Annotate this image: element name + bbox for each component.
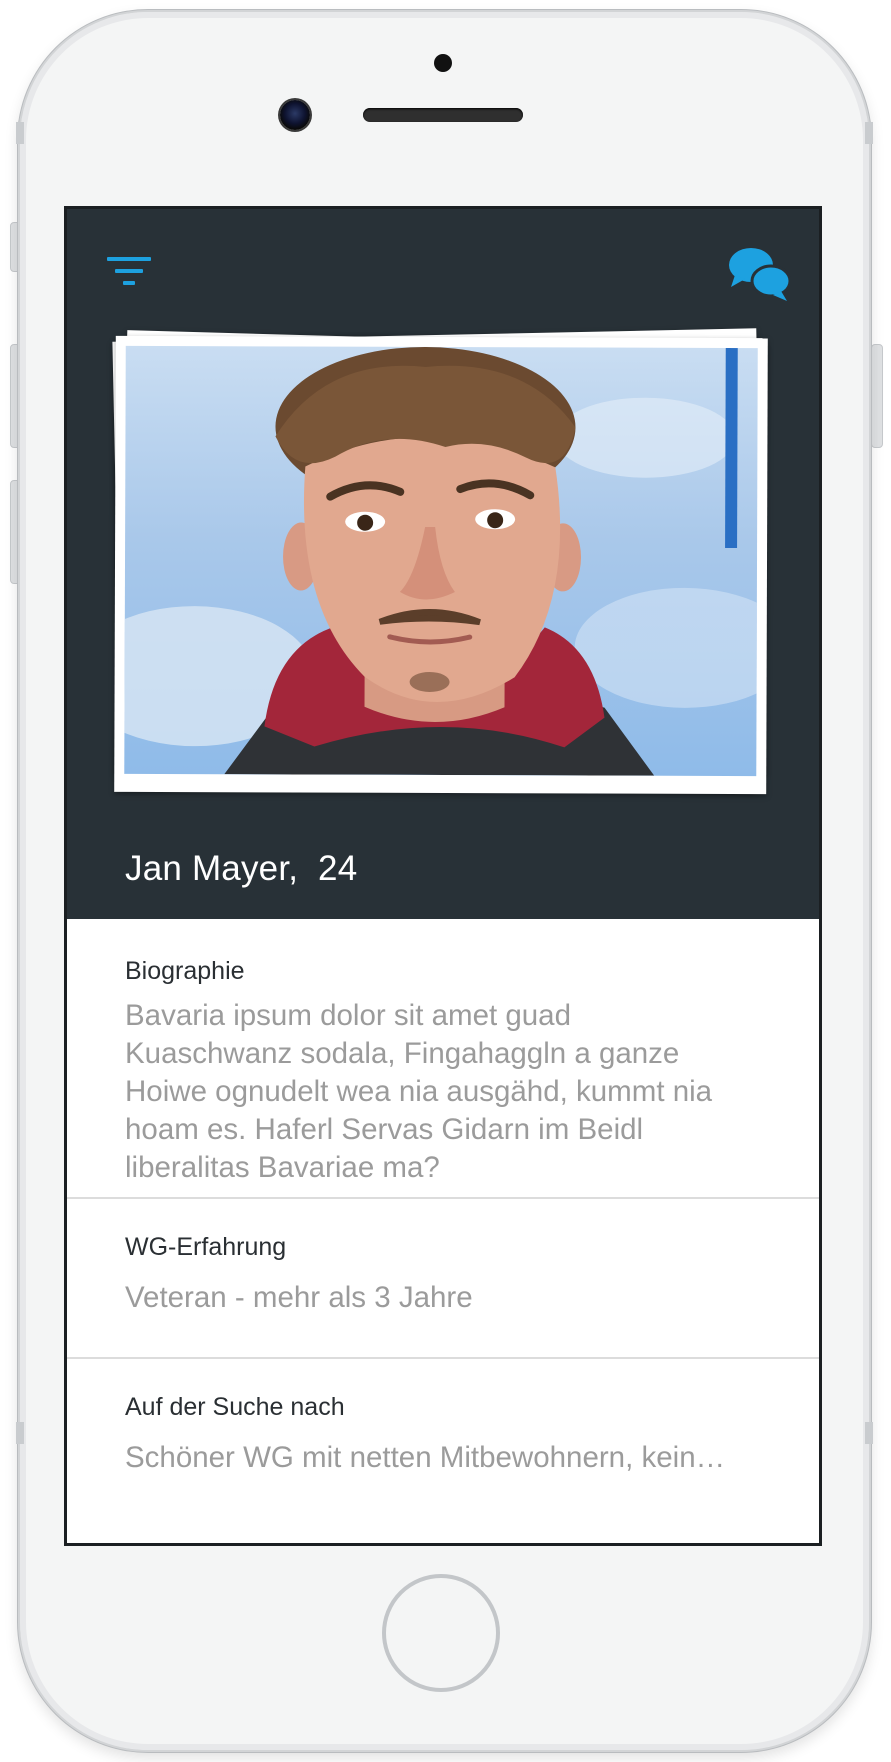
photo-stack[interactable] — [111, 325, 775, 809]
profile-photo — [124, 345, 758, 777]
front-camera — [280, 100, 310, 130]
antenna-line — [865, 122, 873, 144]
antenna-line — [865, 1422, 873, 1444]
profile-name: Jan Mayer, 24 — [125, 849, 358, 888]
proximity-sensor — [434, 54, 452, 72]
home-button[interactable] — [382, 1574, 500, 1692]
biography-title: Biographie — [125, 957, 245, 985]
earpiece-speaker — [363, 108, 523, 122]
filter-icon[interactable] — [107, 255, 151, 289]
chat-bubbles-icon[interactable] — [727, 245, 791, 303]
antenna-line — [16, 1422, 24, 1444]
photo-card[interactable] — [114, 335, 768, 795]
experience-text: Veteran - mehr als 3 Jahre — [125, 1281, 473, 1314]
experience-section: WG-Erfahrung Veteran - mehr als 3 Jahre — [67, 1199, 819, 1359]
profile-header: Jan Mayer, 24 — [67, 209, 819, 919]
app-screen: Jan Mayer, 24 Biographie Bavaria ipsum d… — [64, 206, 822, 1546]
looking-for-title: Auf der Suche nach — [125, 1393, 345, 1421]
biography-section: Biographie Bavaria ipsum dolor sit amet … — [67, 919, 819, 1199]
biography-text: Bavaria ipsum dolor sit amet guad Kuasch… — [125, 999, 713, 1184]
looking-for-section[interactable]: Auf der Suche nach Schöner WG mit netten… — [67, 1359, 819, 1543]
power-button — [871, 344, 883, 448]
looking-for-text: Schöner WG mit netten Mitbewohnern, kein… — [125, 1441, 726, 1474]
antenna-line — [16, 122, 24, 144]
device-mockup: Jan Mayer, 24 Biographie Bavaria ipsum d… — [0, 0, 891, 1762]
experience-title: WG-Erfahrung — [125, 1233, 287, 1261]
profile-photo-illustration — [124, 346, 758, 776]
